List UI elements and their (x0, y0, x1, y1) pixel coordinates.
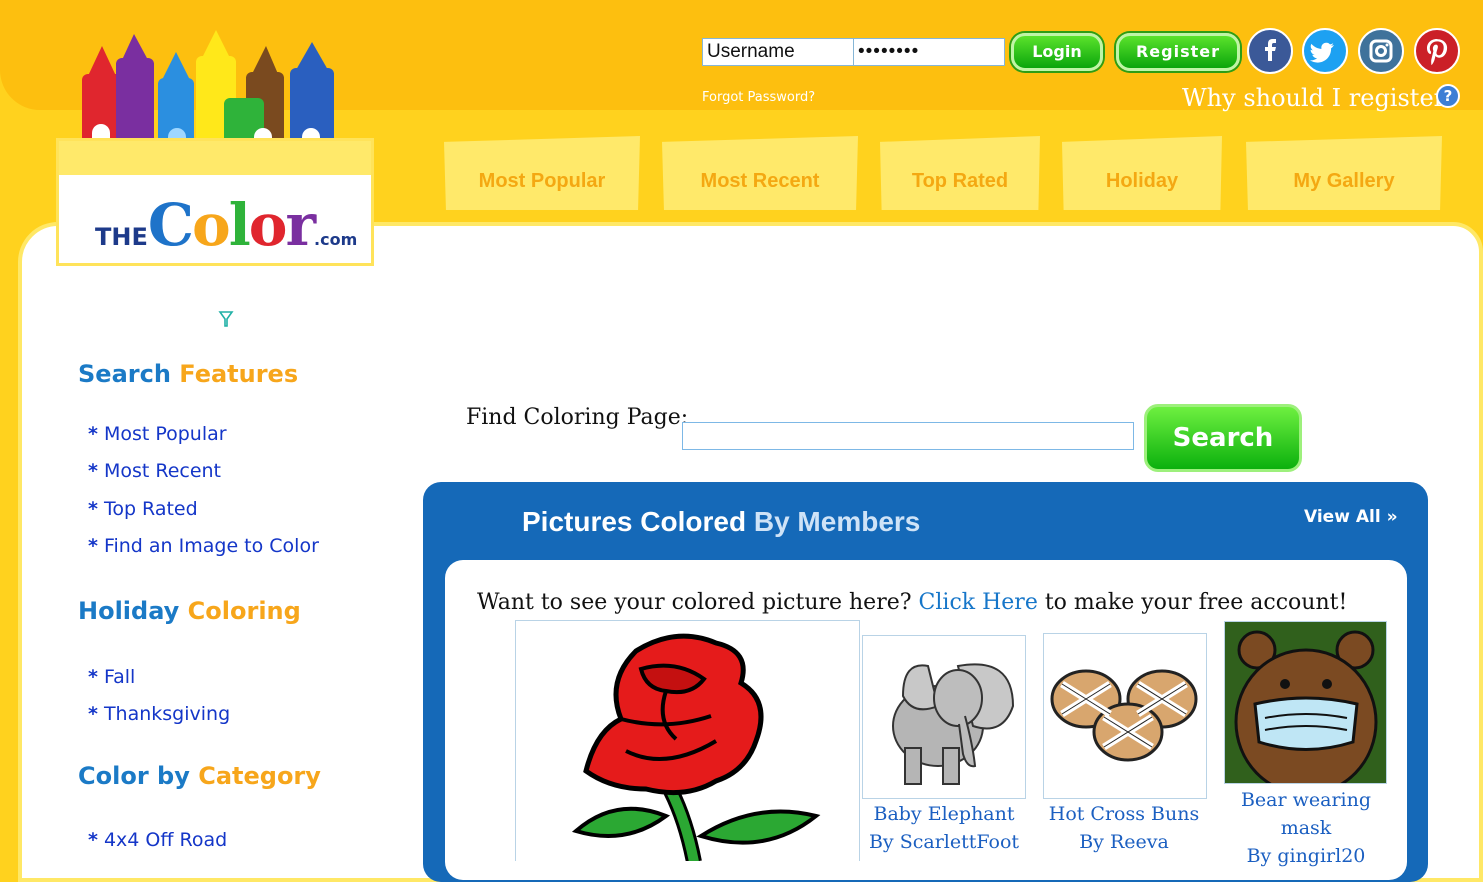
holiday-coloring-heading: Holiday Coloring (78, 597, 301, 625)
search-button[interactable]: Search (1144, 404, 1302, 472)
facebook-icon[interactable] (1247, 28, 1293, 74)
baby-elephant-caption[interactable]: Baby Elephant By ScarlettFoot (856, 800, 1032, 856)
view-all-link[interactable]: View All » (1304, 507, 1398, 527)
featured-rose-picture[interactable] (515, 620, 860, 861)
color-by-category-heading: Color by Category (78, 762, 321, 790)
logo-suffix: .com (314, 230, 358, 249)
sidebar-item-4x4-off-road[interactable]: * 4x4 Off Road (88, 829, 227, 851)
sidebar-item-most-popular[interactable]: * Most Popular (88, 423, 227, 445)
click-here-link[interactable]: Click Here (919, 590, 1038, 615)
sidebar-item-most-recent[interactable]: * Most Recent (88, 460, 221, 482)
logo-prefix: THE (95, 223, 148, 251)
find-coloring-label: Find Coloring Page: (466, 405, 689, 430)
signup-prompt: Want to see your colored picture here? C… (477, 590, 1348, 615)
hot-cross-buns-caption[interactable]: Hot Cross Buns By Reeva (1036, 800, 1212, 856)
search-features-heading: Search Features (78, 360, 299, 388)
forgot-password-link[interactable]: Forgot Password? (702, 90, 815, 105)
help-icon[interactable]: ? (1436, 84, 1460, 108)
bear-mask-thumbnail[interactable] (1224, 621, 1387, 784)
instagram-icon[interactable] (1358, 28, 1404, 74)
sidebar-item-find-image[interactable]: * Find an Image to Color (88, 535, 319, 557)
sidebar-item-thanksgiving[interactable]: * Thanksgiving (88, 703, 230, 725)
baby-elephant-thumbnail[interactable] (862, 635, 1026, 799)
search-input[interactable] (682, 422, 1134, 450)
login-button[interactable]: Login (1011, 33, 1103, 71)
tab-most-recent[interactable]: Most Recent (662, 136, 858, 210)
password-input[interactable]: •••••••• (853, 38, 1005, 66)
sidebar-item-top-rated[interactable]: * Top Rated (88, 498, 198, 520)
members-panel-title: Pictures Colored By Members (522, 506, 921, 537)
hot-cross-buns-thumbnail[interactable] (1043, 633, 1207, 799)
logo-name: Color (147, 191, 316, 259)
sidebar-item-fall[interactable]: * Fall (88, 666, 135, 688)
tab-top-rated[interactable]: Top Rated (880, 136, 1040, 210)
register-button[interactable]: Register (1116, 33, 1240, 71)
pinterest-icon[interactable] (1414, 28, 1460, 74)
adchoices-icon[interactable] (218, 310, 234, 328)
bear-mask-caption[interactable]: Bear wearing mask By gingirl20 (1216, 786, 1396, 870)
tab-my-gallery[interactable]: My Gallery (1246, 136, 1442, 210)
tab-most-popular[interactable]: Most Popular (444, 136, 640, 210)
twitter-icon[interactable] (1302, 28, 1348, 74)
username-input[interactable]: Username (702, 38, 854, 66)
site-logo[interactable]: THEColor.com (56, 138, 374, 266)
tab-holiday[interactable]: Holiday (1062, 136, 1222, 210)
why-register-link[interactable]: Why should I register (1182, 84, 1445, 112)
